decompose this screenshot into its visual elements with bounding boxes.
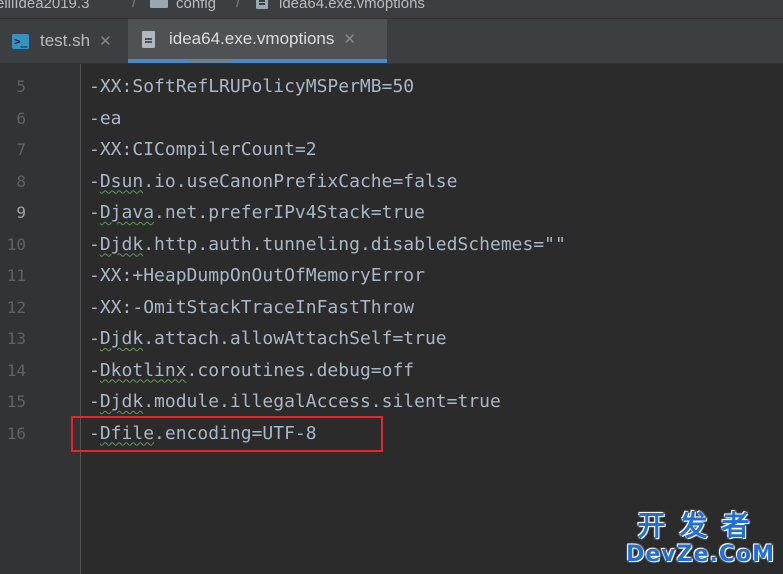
breadcrumb-project[interactable]: elliIdea2019.3 (0, 0, 89, 12)
code-text: -Dsun.io.useCanonPrefixCache=false (89, 166, 457, 197)
code-line[interactable]: 13 -Djdk.attach.allowAttachSelf=true (0, 323, 783, 354)
breadcrumb-folder[interactable]: config (176, 0, 216, 12)
code-line[interactable]: 15 -Djdk.module.illegalAccess.silent=true (0, 386, 783, 417)
line-number: 15 (6, 392, 26, 411)
code-line[interactable]: 10 -Djdk.http.auth.tunneling.disabledSche… (0, 229, 783, 260)
line-number: 12 (6, 297, 26, 317)
tab-test-sh[interactable]: >_ test.sh ✕ (12, 19, 128, 63)
option-dash: - (89, 328, 100, 349)
code-line[interactable]: 11 -XX:+HeapDumpOnOutOfMemoryError (0, 260, 783, 291)
option-dash: - (89, 76, 100, 97)
line-number: 11 (6, 266, 26, 285)
option-text: .http.auth.tunneling.disabledSchemes="" (143, 233, 566, 255)
option-text: .attach.allowAttachSelf=true (143, 328, 447, 349)
option-dash: - (89, 265, 100, 286)
option-dash: - (89, 202, 100, 223)
folder-icon (150, 0, 168, 8)
option-dash: - (89, 296, 100, 318)
highlight-annotation-box (71, 416, 383, 452)
shell-script-icon: >_ (12, 33, 29, 49)
option-text: .coroutines.debug=off (186, 359, 415, 381)
option-dash: - (89, 139, 100, 160)
file-icon (142, 30, 155, 48)
code-text: -Djdk.http.auth.tunneling.disabledScheme… (89, 229, 566, 260)
code-text: -XX:-OmitStackTraceInFastThrow (89, 292, 414, 323)
spellcheck-word: Dkotlinx (99, 359, 187, 381)
line-number: 13 (6, 329, 26, 348)
watermark-logo: 开发者 DevZe.CoM (626, 510, 775, 568)
breadcrumb-separator: / (132, 0, 137, 11)
tab-idea64-vmoptions[interactable]: idea64.exe.vmoptions ✕ (128, 19, 387, 63)
code-text: -XX:+HeapDumpOnOutOfMemoryError (89, 260, 425, 291)
option-dash: - (89, 233, 100, 255)
line-number: 6 (16, 108, 26, 128)
spellcheck-word: Dsun (99, 170, 144, 192)
spellcheck-word: Djdk (99, 233, 144, 255)
watermark-title: 开发者 (637, 509, 764, 542)
line-number: 9 (16, 203, 26, 222)
code-text: -Dkotlinx.coroutines.debug=off (89, 355, 414, 386)
code-line[interactable]: 12 -XX:-OmitStackTraceInFastThrow (0, 292, 783, 323)
code-line[interactable]: 5 -XX:SoftRefLRUPolicyMSPerMB=50 (0, 71, 783, 102)
watermark-site: DevZe.CoM (626, 542, 775, 567)
option-dash: - (89, 359, 100, 381)
option-dash: - (89, 170, 100, 192)
line-number: 7 (16, 140, 26, 159)
file-icon (256, 0, 268, 9)
option-text: .net.preferIPv4Stack=true (154, 202, 425, 223)
tab-label: test.sh (40, 31, 91, 50)
tab-label: idea64.exe.vmoptions (169, 29, 335, 48)
option-text: XX:SoftRefLRUPolicyMSPerMB=50 (99, 76, 415, 97)
editor-tab-bar: >_ test.sh ✕ idea64.exe.vmoptions ✕ (0, 19, 783, 64)
folded-region-marker (189, 60, 231, 64)
line-number: 5 (16, 77, 26, 96)
spellcheck-word: Djdk (99, 328, 144, 349)
code-text: -ea (89, 103, 122, 134)
line-number: 10 (6, 234, 26, 254)
code-line[interactable]: 7 -XX:CICompilerCount=2 (0, 134, 783, 165)
option-dash: - (89, 107, 100, 129)
option-text: .module.illegalAccess.silent=true (143, 391, 501, 412)
code-text: -XX:CICompilerCount=2 (89, 134, 317, 165)
breadcrumb-separator: / (236, 0, 241, 11)
close-icon[interactable]: ✕ (343, 30, 356, 48)
option-text: XX:+HeapDumpOnOutOfMemoryError (99, 265, 425, 286)
code-line[interactable]: 9 -Djava.net.preferIPv4Stack=true (0, 197, 783, 228)
spellcheck-word: Djava (99, 202, 155, 223)
option-text: XX:CICompilerCount=2 (99, 139, 317, 160)
code-line[interactable]: 14 -Dkotlinx.coroutines.debug=off (0, 355, 783, 386)
code-text: -Djava.net.preferIPv4Stack=true (89, 197, 425, 228)
code-text: -Djdk.attach.allowAttachSelf=true (89, 323, 447, 354)
breadcrumb: elliIdea2019.3 / config / idea64.exe.vmo… (0, 0, 783, 19)
close-icon[interactable]: ✕ (99, 32, 112, 50)
option-text: .io.useCanonPrefixCache=false (143, 170, 458, 192)
breadcrumb-file[interactable]: idea64.exe.vmoptions (279, 0, 425, 12)
spellcheck-word: Djdk (99, 391, 144, 412)
option-text: XX:-OmitStackTraceInFastThrow (99, 296, 415, 318)
line-number: 8 (16, 171, 26, 191)
option-dash: - (89, 391, 100, 412)
code-text: -XX:SoftRefLRUPolicyMSPerMB=50 (89, 71, 414, 102)
option-text: ea (99, 107, 122, 129)
code-line[interactable]: 8 -Dsun.io.useCanonPrefixCache=false (0, 166, 783, 197)
code-text: -Djdk.module.illegalAccess.silent=true (89, 386, 501, 417)
code-line[interactable]: 6 -ea (0, 103, 783, 134)
line-number: 16 (6, 423, 26, 443)
line-number: 14 (6, 360, 26, 380)
